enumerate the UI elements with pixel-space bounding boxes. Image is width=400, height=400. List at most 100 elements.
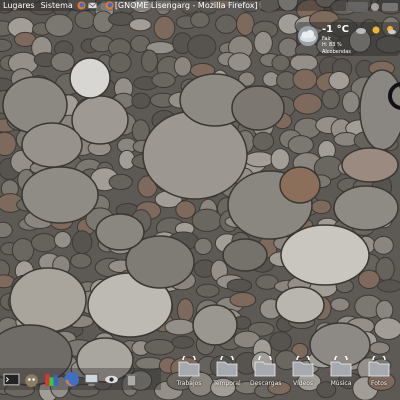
computer-icon[interactable] (83, 371, 100, 388)
cloudy-icon (356, 28, 366, 34)
folder-musica[interactable]: Música (326, 356, 356, 400)
pebble (187, 34, 217, 59)
pebble (222, 238, 268, 272)
pebble (231, 85, 285, 131)
pebble (74, 10, 96, 30)
folder-icon (368, 356, 390, 377)
clock-applet[interactable] (388, 74, 400, 118)
pebble (275, 286, 325, 324)
pebble (192, 304, 238, 346)
humidity-text: H: 83 % (322, 42, 342, 48)
pebble (108, 173, 133, 190)
folder-icon (292, 356, 314, 377)
forecast-day-1 (354, 24, 368, 48)
pebble (271, 54, 291, 72)
pebble (194, 237, 213, 255)
sun-cloud-icon (387, 26, 396, 35)
pebble (358, 269, 381, 290)
gimp-icon[interactable] (23, 371, 40, 388)
pebble (171, 335, 195, 349)
pebble (270, 148, 290, 171)
pebble (369, 341, 391, 355)
pebble (341, 147, 399, 183)
pebble (44, 13, 74, 38)
pebble (175, 200, 196, 219)
folder-label: Fotos (370, 380, 388, 387)
folder-videos[interactable]: Vídeos (288, 356, 318, 400)
weather-widget[interactable]: -1 °C Fair H: 83 % Alcobendas (296, 22, 400, 56)
pebble (151, 72, 176, 89)
pebble (153, 15, 176, 40)
mail-icon[interactable] (87, 1, 97, 10)
pebble (53, 231, 72, 249)
pebble (321, 88, 340, 110)
cloud-icon (298, 26, 318, 46)
firefox-launcher-icon[interactable] (77, 1, 86, 10)
pebble (195, 283, 220, 298)
pebble (252, 131, 275, 151)
folder-label: Trabajos (176, 380, 202, 387)
pebble (108, 52, 132, 74)
taskbar-window-firefox[interactable]: [GNOME Lisengarg - Mozilla Firefox] (100, 0, 261, 11)
folder-fotos[interactable]: Fotos (364, 356, 394, 400)
system-menu[interactable]: Sistema (38, 0, 76, 11)
pebble (293, 92, 323, 115)
pebble (310, 199, 332, 214)
pebble (269, 331, 292, 352)
panel-applets (346, 2, 398, 12)
folder-icon (330, 356, 352, 377)
folder-icon (254, 356, 276, 377)
forecast-day-2 (369, 24, 383, 48)
pebble (173, 56, 192, 77)
pebble (373, 317, 400, 340)
pebble (215, 14, 238, 35)
system-monitor-icon[interactable] (43, 371, 60, 388)
eye-icon[interactable] (103, 371, 120, 388)
top-panel: Lugares Sistema [GNOME Lisengarg - Mozil… (0, 0, 400, 11)
pebble (70, 252, 92, 269)
pebble (140, 49, 159, 73)
pebble (373, 235, 394, 255)
pebble (328, 71, 350, 91)
folder-trabajos[interactable]: Trabajos (174, 356, 204, 400)
pebble (226, 278, 253, 293)
folder-descargas[interactable]: Descargas (250, 356, 282, 400)
pebble (229, 292, 257, 308)
terminal-icon[interactable] (3, 371, 20, 388)
folder-label: Vídeos (292, 380, 314, 387)
pebble (190, 11, 210, 29)
launcher-dock (0, 368, 161, 390)
pebble (341, 90, 360, 114)
pebble (95, 213, 145, 251)
pebble (191, 208, 223, 232)
pebble (287, 135, 314, 155)
pebble-wallpaper (0, 0, 400, 400)
pebble (279, 166, 321, 204)
folder-label: Música (330, 380, 352, 387)
firefox-icon[interactable] (63, 371, 80, 388)
temperature: -1 °C (322, 24, 349, 35)
pebble (142, 110, 248, 200)
folder-temporal[interactable]: Temporal (212, 356, 242, 400)
folder-icon (216, 356, 238, 377)
trash-icon[interactable] (123, 371, 140, 388)
places-menu[interactable]: Lugares (0, 0, 38, 11)
pebble (9, 267, 87, 333)
pebble (131, 92, 151, 109)
pebble (235, 12, 255, 36)
pebble (375, 299, 394, 321)
pebble (330, 297, 350, 312)
pebble (280, 224, 370, 286)
weather-details: Fair H: 83 % (322, 36, 342, 48)
folder-label: Descargas (250, 380, 282, 387)
forecast-day-3 (384, 24, 398, 48)
pebble (292, 68, 318, 91)
sun-icon (372, 26, 380, 34)
firefox-window-icon (105, 1, 114, 10)
pebble (30, 233, 58, 253)
pebble (11, 238, 35, 263)
city-label: Alcobendas (322, 49, 351, 55)
pebble (21, 166, 99, 224)
pebble (144, 338, 175, 356)
pebble (244, 151, 275, 168)
